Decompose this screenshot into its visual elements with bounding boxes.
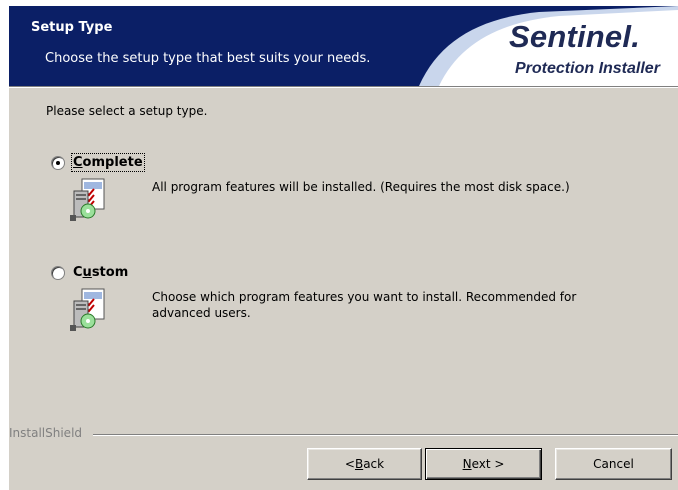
- brand-name: Sentinel: [509, 19, 632, 54]
- page-title: Setup Type: [31, 20, 113, 35]
- option-complete-label[interactable]: Complete: [71, 153, 145, 172]
- installshield-label: InstallShield: [9, 426, 83, 440]
- option-custom[interactable]: Custom: [51, 265, 128, 280]
- brand-dot: .: [631, 19, 641, 54]
- radio-selected-dot: [56, 160, 60, 165]
- label-text: C: [73, 265, 83, 280]
- label-text: omplete: [82, 155, 143, 170]
- setup-custom-icon: [68, 287, 110, 335]
- setup-type-dialog: Setup Type Choose the setup type that be…: [9, 6, 678, 490]
- setup-complete-icon: [68, 177, 110, 225]
- brand-tagline: Protection Installer: [515, 60, 660, 77]
- button-text: ext >: [471, 457, 505, 471]
- button-accelerator: B: [354, 457, 364, 471]
- brand-logo: Sentinel.: [509, 19, 640, 55]
- label-accelerator: u: [82, 265, 92, 280]
- cancel-button[interactable]: Cancel: [555, 448, 672, 480]
- button-text: ack: [363, 457, 385, 471]
- option-complete-description: All program features will be installed. …: [152, 180, 570, 194]
- button-text: <: [344, 457, 355, 471]
- radio-custom[interactable]: [51, 265, 65, 280]
- option-custom-label[interactable]: Custom: [73, 265, 128, 280]
- option-custom-description: Choose which program features you want t…: [152, 290, 577, 320]
- radio-complete[interactable]: [51, 155, 65, 170]
- footer-divider-highlight: [93, 435, 678, 436]
- button-accelerator: N: [462, 457, 472, 471]
- page-subtitle: Choose the setup type that best suits yo…: [45, 51, 371, 66]
- setup-prompt: Please select a setup type.: [46, 104, 208, 118]
- header-banner: Setup Type Choose the setup type that be…: [9, 6, 678, 86]
- label-text: stom: [91, 265, 129, 280]
- label-accelerator: C: [73, 155, 83, 170]
- option-complete[interactable]: Complete: [51, 153, 145, 172]
- header-divider-highlight: [9, 87, 678, 88]
- next-button[interactable]: Next >: [425, 448, 542, 480]
- back-button[interactable]: < Back: [307, 448, 422, 480]
